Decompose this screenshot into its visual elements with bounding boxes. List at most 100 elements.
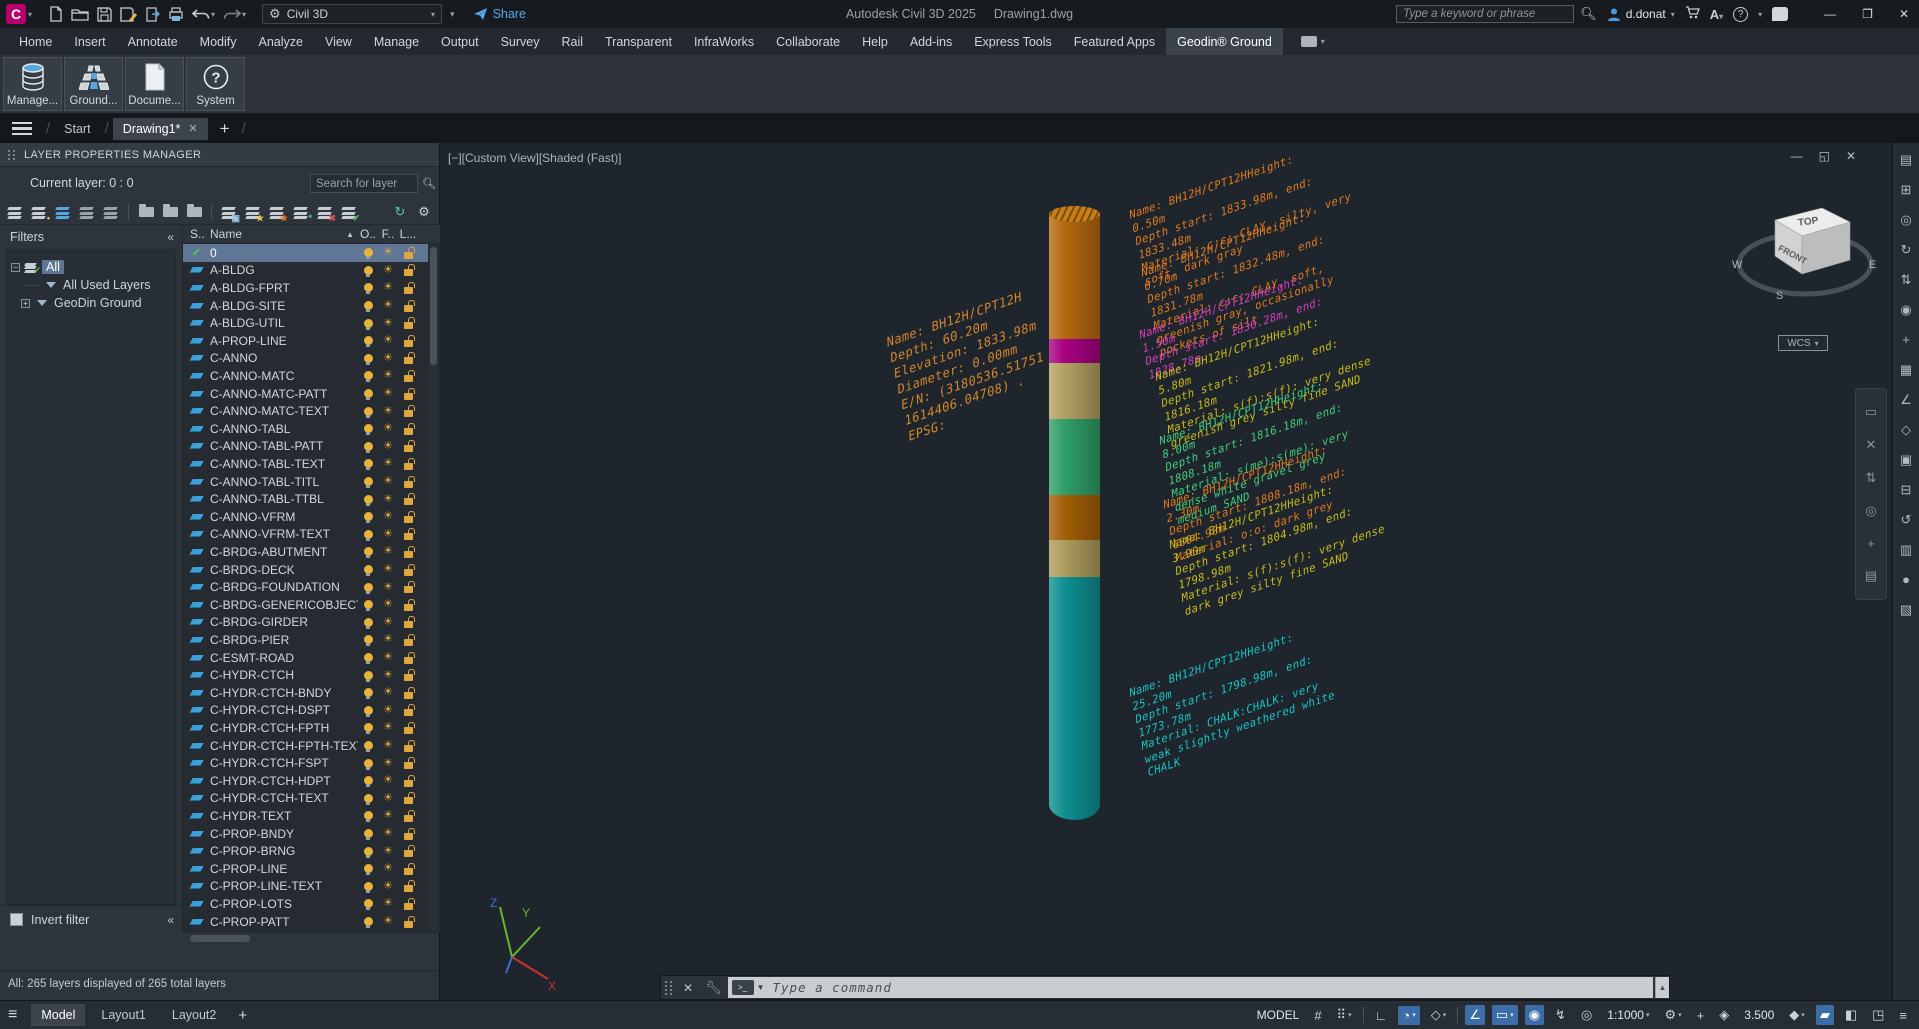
qat-customize-button[interactable]: ▾ <box>450 9 455 20</box>
command-history-toggle[interactable]: ▲ <box>1655 977 1669 998</box>
ribbon-panel-button-manage[interactable]: Manage... <box>3 57 62 111</box>
orbit-icon[interactable]: ◎ <box>1865 503 1876 519</box>
isolate-objects-icon[interactable]: ◈ <box>1715 1005 1733 1025</box>
palette-grip-icon[interactable] <box>8 150 16 160</box>
layer-on-icon[interactable] <box>364 688 373 697</box>
layer-unlock-icon[interactable] <box>404 305 413 312</box>
object-snap-3d-icon[interactable]: ◎ <box>1577 1005 1596 1025</box>
layer-thaw-icon[interactable]: ☀ <box>383 634 393 645</box>
layer-thaw-icon[interactable]: ☀ <box>383 863 393 874</box>
table-row[interactable]: C-BRDG-ABUTMENT☀ <box>183 543 428 561</box>
ribbon-tab-survey[interactable]: Survey <box>490 28 551 55</box>
table-row[interactable]: C-BRDG-GENERICOBJECT☀ <box>183 596 428 614</box>
tab-drawing1[interactable]: Drawing1* ✕ <box>113 118 208 140</box>
horizontal-scrollbar[interactable] <box>190 935 250 942</box>
layer-thaw-icon[interactable]: ☀ <box>383 370 393 381</box>
clean-screen-tag-icon[interactable]: ▰ <box>1816 1005 1834 1025</box>
layer-on-icon[interactable] <box>364 706 373 715</box>
layer-thaw-icon[interactable]: ☀ <box>383 423 393 434</box>
app-store-cart-icon[interactable] <box>1685 6 1700 22</box>
filter-geodin-ground[interactable]: +GeoDin Ground <box>11 294 171 312</box>
tab-layout2[interactable]: Layout2 <box>162 1004 226 1026</box>
redo-icon[interactable]: ▾ <box>223 7 246 21</box>
table-row[interactable]: C-HYDR-CTCH-FPTH☀ <box>183 719 428 737</box>
tab-model[interactable]: Model <box>31 1004 85 1026</box>
close-tab-icon[interactable]: ✕ <box>188 122 197 135</box>
layer-unlock-icon[interactable] <box>404 322 413 329</box>
grid-icon[interactable]: ▦ <box>1900 363 1912 376</box>
layer-unlock-icon[interactable] <box>404 762 413 769</box>
ribbon-tab-view[interactable]: View <box>314 28 363 55</box>
grid-display-icon[interactable]: # <box>1310 1006 1325 1025</box>
table-row[interactable]: A-BLDG☀ <box>183 262 428 280</box>
ribbon-tab-analyze[interactable]: Analyze <box>247 28 313 55</box>
command-line-grip-icon[interactable] <box>665 981 673 995</box>
ribbon-tab-help[interactable]: Help <box>851 28 899 55</box>
layer-thaw-icon[interactable]: ☀ <box>383 846 393 857</box>
layer-thaw-icon[interactable]: ☀ <box>383 916 393 927</box>
layer-unlock-icon[interactable] <box>404 833 413 840</box>
layer-on-icon[interactable] <box>364 389 373 398</box>
filter-all[interactable]: −✔All <box>11 258 171 276</box>
new-layer-vp-icon[interactable]: ★ <box>268 204 286 220</box>
layer-isolate-icon[interactable] <box>54 204 72 220</box>
layer-unlock-icon[interactable] <box>404 569 413 576</box>
layer-freeze-other-icon[interactable] <box>78 204 96 220</box>
ribbon-tab-transparent[interactable]: Transparent <box>594 28 683 55</box>
table-row[interactable]: C-HYDR-CTCH-HDPT☀ <box>183 772 428 790</box>
properties-icon[interactable]: ▤ <box>1900 153 1912 166</box>
layer-on-icon[interactable] <box>364 477 373 486</box>
open-folder-icon[interactable] <box>71 7 89 21</box>
layer-on-icon[interactable] <box>364 671 373 680</box>
add-icon[interactable]: + <box>1867 536 1875 551</box>
tool-palettes-icon[interactable]: ⊞ <box>1901 183 1912 196</box>
layer-on-icon[interactable] <box>364 899 373 908</box>
layer-unlock-icon[interactable] <box>404 586 413 593</box>
layer-on-icon[interactable] <box>364 371 373 380</box>
layer-thaw-icon[interactable]: ☀ <box>383 670 393 681</box>
layer-unlock-icon[interactable] <box>404 727 413 734</box>
swap-icon[interactable]: ⇅ <box>1901 273 1912 286</box>
layer-thaw-icon[interactable]: ☀ <box>383 406 393 417</box>
layout-menu-icon[interactable]: ≡ <box>8 1006 17 1024</box>
layer-thaw-icon[interactable]: ☀ <box>383 335 393 346</box>
table-row[interactable]: C-ESMT-ROAD☀ <box>183 649 428 667</box>
layer-thaw-icon[interactable]: ☀ <box>383 617 393 628</box>
polar-tracking-icon[interactable]: ◔▾ <box>1398 1006 1419 1025</box>
table-row[interactable]: C-PROP-BRNG☀ <box>183 842 428 860</box>
layer-unlock-icon[interactable] <box>404 780 413 787</box>
layer-unlock-icon[interactable] <box>404 252 413 259</box>
new-standards-filter-icon[interactable] <box>161 204 179 220</box>
model-viewport[interactable]: [−][Custom View][Shaded (Fast)] — ◱ ✕ W … <box>440 143 1892 1000</box>
search-icon[interactable]: 🔍︎ <box>422 177 436 190</box>
layer-on-icon[interactable] <box>364 424 373 433</box>
table-row[interactable]: C-PROP-LINE-TEXT☀ <box>183 878 428 896</box>
layer-list-header[interactable]: S.. Name▲ O.. F.. L... <box>183 225 440 244</box>
restore-button[interactable]: ❒ <box>1862 7 1873 21</box>
table-row[interactable]: A-BLDG-SITE☀ <box>183 297 428 315</box>
layer-thaw-icon[interactable]: ☀ <box>383 476 393 487</box>
layer-unlock-icon[interactable] <box>404 410 413 417</box>
export-icon[interactable] <box>145 7 160 22</box>
layer-unlock-icon[interactable] <box>404 533 413 540</box>
layer-list-scrollbar[interactable] <box>429 246 438 931</box>
undo-icon[interactable]: ↺ <box>1901 513 1912 526</box>
keyword-search-input[interactable] <box>1396 5 1574 23</box>
table-row[interactable]: C-PROP-LINE☀ <box>183 860 428 878</box>
panel-icon[interactable]: ▣ <box>1900 453 1912 466</box>
expand-node-icon[interactable]: + <box>21 299 30 308</box>
invert-filter-checkbox[interactable] <box>10 913 23 926</box>
layer-unlock-icon[interactable] <box>404 709 413 716</box>
table-row[interactable]: C-ANNO-TABL-TEXT☀ <box>183 455 428 473</box>
layer-previous-icon[interactable] <box>102 204 120 220</box>
layer-on-icon[interactable] <box>364 442 373 451</box>
isometric-drafting-icon[interactable]: ◇▾ <box>1427 1005 1451 1025</box>
object-snap-tracking-icon[interactable]: ↯ <box>1551 1005 1570 1025</box>
layer-on-icon[interactable] <box>364 864 373 873</box>
viewport-close-button[interactable]: ✕ <box>1846 149 1856 163</box>
ribbon-tab-annotate[interactable]: Annotate <box>117 28 189 55</box>
layer-unlock-icon[interactable] <box>404 692 413 699</box>
layer-thaw-icon[interactable]: ☀ <box>383 828 393 839</box>
layer-on-icon[interactable] <box>364 459 373 468</box>
share-button[interactable]: Share <box>473 7 526 21</box>
